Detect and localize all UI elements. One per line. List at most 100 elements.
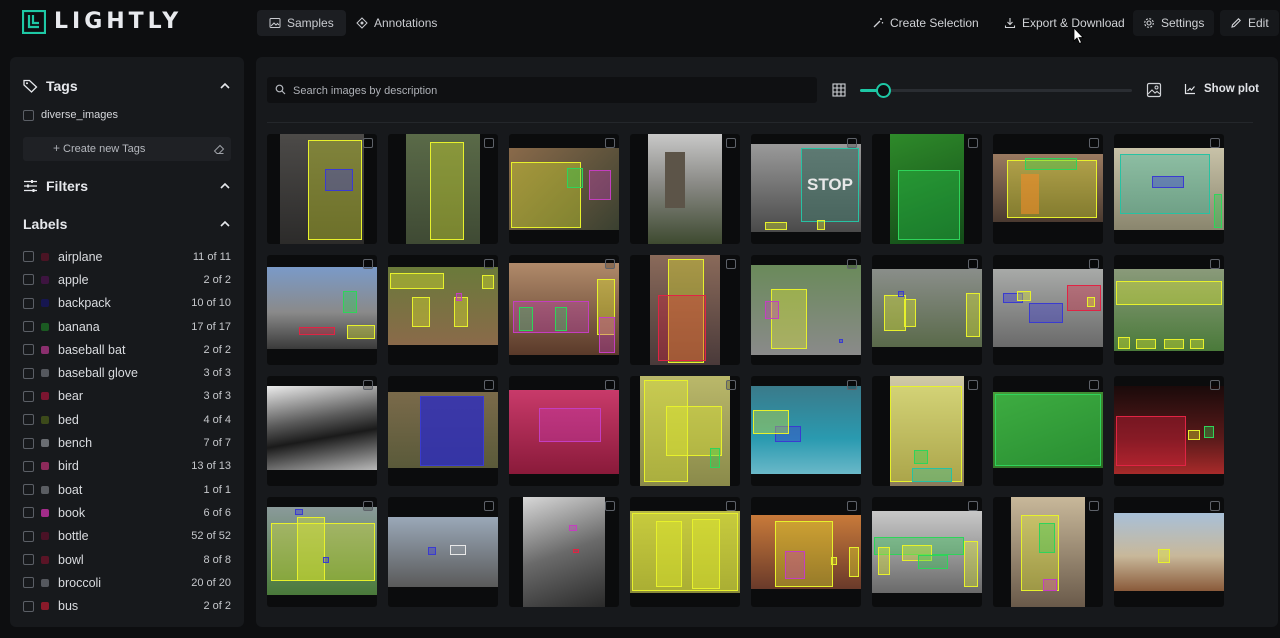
edit-button[interactable]: Edit: [1220, 10, 1279, 36]
sample-checkbox[interactable]: [847, 380, 857, 390]
label-item[interactable]: boat 1 of 1: [23, 478, 233, 501]
sample-thumbnail[interactable]: [993, 497, 1103, 607]
sample-checkbox[interactable]: [968, 501, 978, 511]
show-plot-button[interactable]: Show plot: [1184, 83, 1259, 95]
sample-checkbox[interactable]: [968, 138, 978, 148]
label-item[interactable]: bus 2 of 2: [23, 594, 233, 617]
tab-samples[interactable]: Samples: [257, 10, 346, 36]
sample-checkbox[interactable]: [363, 259, 373, 269]
sample-checkbox[interactable]: [605, 380, 615, 390]
sample-checkbox[interactable]: [1089, 259, 1099, 269]
label-checkbox[interactable]: [23, 554, 34, 565]
label-checkbox[interactable]: [23, 484, 34, 496]
label-checkbox[interactable]: [23, 390, 34, 402]
sample-checkbox[interactable]: [847, 501, 857, 511]
label-checkbox[interactable]: [23, 297, 34, 309]
labels-header[interactable]: Labels: [23, 216, 67, 232]
label-item[interactable]: bowl 8 of 8: [23, 548, 233, 571]
sample-thumbnail[interactable]: [993, 376, 1103, 486]
sample-thumbnail[interactable]: [388, 255, 498, 365]
label-item[interactable]: bottle 52 of 52: [23, 525, 233, 548]
sample-thumbnail[interactable]: [872, 376, 982, 486]
sample-checkbox[interactable]: [484, 380, 494, 390]
sample-thumbnail[interactable]: [509, 134, 619, 244]
label-item[interactable]: bear 3 of 3: [23, 385, 233, 408]
label-item[interactable]: airplane 11 of 11: [23, 245, 233, 268]
label-checkbox[interactable]: [23, 344, 34, 356]
sample-thumbnail[interactable]: [1114, 134, 1224, 244]
sample-thumbnail[interactable]: [267, 134, 377, 244]
sample-checkbox[interactable]: [1210, 501, 1220, 511]
sample-thumbnail[interactable]: [1114, 376, 1224, 486]
label-checkbox[interactable]: [23, 367, 34, 379]
sample-checkbox[interactable]: [1210, 380, 1220, 390]
sample-checkbox[interactable]: [726, 380, 736, 390]
slider-handle[interactable]: [876, 83, 892, 98]
sample-checkbox[interactable]: [484, 259, 494, 269]
label-checkbox[interactable]: [23, 321, 34, 333]
sample-thumbnail[interactable]: [509, 497, 619, 607]
sample-thumbnail[interactable]: STOP: [751, 134, 861, 244]
label-checkbox[interactable]: [23, 507, 34, 519]
sample-checkbox[interactable]: [726, 259, 736, 269]
create-tag-button[interactable]: + Create new Tags: [23, 137, 231, 161]
sample-thumbnail[interactable]: [388, 376, 498, 486]
sample-checkbox[interactable]: [1089, 138, 1099, 148]
sample-thumbnail[interactable]: [630, 497, 740, 607]
sample-checkbox[interactable]: [968, 380, 978, 390]
label-item[interactable]: bed 4 of 4: [23, 408, 233, 431]
export-download-button[interactable]: Export & Download: [994, 10, 1135, 36]
label-checkbox[interactable]: [23, 577, 34, 589]
tags-header[interactable]: Tags: [23, 78, 78, 94]
sample-thumbnail[interactable]: [872, 255, 982, 365]
sample-thumbnail[interactable]: [509, 255, 619, 365]
sample-thumbnail[interactable]: [751, 376, 861, 486]
eraser-icon[interactable]: [213, 143, 225, 155]
sample-thumbnail[interactable]: [1114, 497, 1224, 607]
sample-checkbox[interactable]: [484, 138, 494, 148]
label-item[interactable]: baseball bat 2 of 2: [23, 338, 233, 361]
search-bar[interactable]: [267, 77, 817, 103]
sample-checkbox[interactable]: [363, 138, 373, 148]
sample-thumbnail[interactable]: [993, 255, 1103, 365]
settings-button[interactable]: Settings: [1133, 10, 1215, 36]
sample-thumbnail[interactable]: [630, 376, 740, 486]
sample-checkbox[interactable]: [484, 501, 494, 511]
sample-checkbox[interactable]: [1089, 501, 1099, 511]
sample-checkbox[interactable]: [605, 138, 615, 148]
grid-view-icon[interactable]: [832, 83, 846, 97]
label-item[interactable]: backpack 10 of 10: [23, 292, 233, 315]
label-item[interactable]: broccoli 20 of 20: [23, 571, 233, 594]
sample-checkbox[interactable]: [726, 501, 736, 511]
sample-thumbnail[interactable]: [751, 497, 861, 607]
sample-thumbnail[interactable]: [1114, 255, 1224, 365]
sample-checkbox[interactable]: [363, 380, 373, 390]
label-item[interactable]: bench 7 of 7: [23, 431, 233, 454]
chevron-up-icon[interactable]: [220, 81, 230, 91]
sample-thumbnail[interactable]: [267, 255, 377, 365]
label-checkbox[interactable]: [23, 460, 34, 472]
label-item[interactable]: banana 17 of 17: [23, 315, 233, 338]
sample-thumbnail[interactable]: [872, 134, 982, 244]
create-selection-button[interactable]: Create Selection: [862, 10, 989, 36]
tag-item[interactable]: diverse_images: [23, 109, 118, 121]
sample-checkbox[interactable]: [968, 259, 978, 269]
image-view-icon[interactable]: [1146, 82, 1162, 98]
label-checkbox[interactable]: [23, 437, 34, 449]
sample-checkbox[interactable]: [605, 259, 615, 269]
sample-checkbox[interactable]: [1210, 138, 1220, 148]
label-item[interactable]: book 6 of 6: [23, 501, 233, 524]
search-input[interactable]: [291, 80, 795, 102]
tag-checkbox[interactable]: [23, 109, 34, 121]
label-checkbox[interactable]: [23, 530, 34, 542]
sample-checkbox[interactable]: [1210, 259, 1220, 269]
label-item[interactable]: apple 2 of 2: [23, 268, 233, 291]
thumbnail-size-slider[interactable]: [860, 83, 1132, 98]
chevron-up-icon[interactable]: [220, 219, 230, 229]
sample-checkbox[interactable]: [363, 501, 373, 511]
sample-thumbnail[interactable]: [267, 497, 377, 607]
sample-thumbnail[interactable]: [630, 134, 740, 244]
label-checkbox[interactable]: [23, 251, 34, 263]
label-checkbox[interactable]: [23, 600, 34, 612]
sample-checkbox[interactable]: [847, 138, 857, 148]
